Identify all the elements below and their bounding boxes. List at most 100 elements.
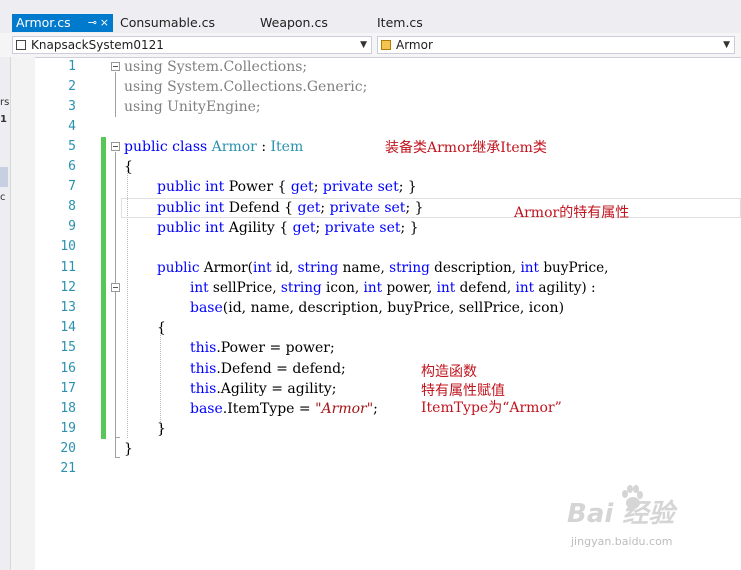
tab-strip: Armor.cs ⊸ × Consumable.cs Weapon.cs Ite…	[0, 0, 741, 34]
keyword: int	[252, 260, 272, 276]
indicator-margin[interactable]	[11, 57, 35, 570]
code-line: }	[124, 439, 133, 459]
line-number: 16	[60, 361, 76, 376]
outline-end	[115, 457, 120, 458]
code-line: base.ItemType = "Armor";	[190, 399, 378, 419]
code-line: public int Defend { get; private set; }	[157, 198, 424, 218]
tab-weapon-cs[interactable]: Weapon.cs	[256, 14, 356, 32]
code-line: this.Defend = defend;	[190, 359, 346, 379]
identifier: sellPrice,	[208, 280, 281, 296]
code-line: {	[157, 318, 166, 338]
keyword: base	[190, 300, 223, 316]
identifier: defend,	[455, 280, 516, 296]
line-number: 9	[68, 219, 76, 234]
type-dropdown[interactable]: Armor ▼	[377, 36, 735, 54]
punct: ;	[320, 200, 330, 216]
brace: }	[157, 421, 166, 437]
change-indicator	[101, 137, 106, 439]
punct: ;	[313, 179, 323, 195]
code-line: using System.Collections;	[124, 57, 307, 77]
line-number: 3	[68, 99, 76, 114]
keyword: string	[297, 260, 339, 276]
annotation-properties: Armor的特有属性	[514, 205, 630, 221]
identifier: id,	[271, 260, 298, 276]
identifier: Power {	[224, 179, 291, 195]
watermark-url: jingyan.baidu.com	[571, 535, 673, 548]
collapse-toggle-usings[interactable]	[111, 62, 120, 71]
line-number: 17	[60, 381, 76, 396]
brace: }	[124, 441, 133, 457]
pin-icon[interactable]: ⊸	[88, 14, 97, 32]
line-number: 15	[60, 340, 76, 355]
outline-line	[115, 152, 116, 457]
brace: {	[124, 159, 133, 175]
project-dropdown-value: KnapsackSystem0121	[31, 38, 164, 52]
project-dropdown[interactable]: KnapsackSystem0121 ▼	[12, 36, 372, 54]
outline-end	[115, 437, 120, 438]
identifier: .Defend = defend;	[216, 361, 346, 377]
code-line: public Armor(int id, string name, string…	[157, 258, 608, 278]
code-line: int sellPrice, string icon, int power, i…	[190, 278, 596, 298]
type-dropdown-value: Armor	[396, 38, 433, 52]
collapse-toggle-constructor[interactable]	[111, 283, 120, 292]
keyword: int	[515, 280, 535, 296]
collapse-toggle-class[interactable]	[111, 142, 120, 151]
keyword: int	[436, 280, 456, 296]
code-line: using System.Collections.Generic;	[124, 77, 367, 97]
identifier: (id, name, description, buyPrice, sellPr…	[222, 300, 565, 316]
tab-consumable-cs[interactable]: Consumable.cs	[116, 14, 236, 32]
keyword: base	[190, 401, 223, 417]
class-icon	[381, 40, 391, 50]
tab-label: Armor.cs	[16, 15, 71, 30]
identifier: buyPrice,	[539, 260, 609, 276]
keyword: public	[157, 260, 200, 276]
type-name: Item	[270, 139, 304, 155]
annotation-itemtype: ItemType为“Armor”	[421, 400, 562, 416]
chevron-down-icon[interactable]: ▼	[360, 37, 367, 53]
keyword: int	[520, 260, 540, 276]
namespace: System.Collections;	[162, 59, 308, 75]
strip-text: c	[0, 192, 6, 203]
keyword: private set	[329, 200, 406, 216]
identifier: power,	[382, 280, 437, 296]
annotation-assign: 特有属性赋值	[421, 383, 505, 399]
keyword: get	[292, 220, 316, 236]
watermark-logo: Bai 经验	[567, 499, 675, 529]
code-line: using UnityEngine;	[124, 97, 261, 117]
code-line: this.Power = power;	[190, 338, 335, 358]
keyword-using: using	[124, 79, 163, 95]
keyword: string	[389, 260, 430, 276]
line-number: 11	[60, 260, 76, 275]
identifier: description,	[429, 260, 521, 276]
brace: {	[157, 320, 166, 336]
line-number: 8	[68, 199, 76, 214]
identifier: name,	[338, 260, 390, 276]
code-line: public int Power { get; private set; }	[157, 177, 417, 197]
tab-label: Consumable.cs	[120, 15, 216, 30]
code-line: public int Agility { get; private set; }	[157, 218, 419, 238]
close-icon[interactable]: ×	[100, 14, 109, 32]
line-number: 5	[68, 139, 76, 154]
punct: ;	[373, 401, 378, 417]
keyword: public int	[157, 179, 225, 195]
keyword: this	[190, 361, 217, 377]
keyword: this	[190, 340, 217, 356]
string-literal: "Armor"	[315, 401, 374, 417]
keyword: get	[297, 200, 321, 216]
punct: ; }	[398, 179, 417, 195]
code-line: base(id, name, description, buyPrice, se…	[190, 298, 564, 318]
keyword-using: using	[124, 59, 163, 75]
punct: ;	[315, 220, 325, 236]
keyword: int	[363, 280, 383, 296]
line-number: 19	[60, 421, 76, 436]
line-number: 2	[68, 79, 76, 94]
strip-text: 1	[0, 114, 7, 125]
outline-line	[115, 72, 116, 117]
tab-armor-cs[interactable]: Armor.cs ⊸ ×	[12, 14, 113, 32]
tab-item-cs[interactable]: Item.cs	[373, 14, 453, 32]
identifier: .ItemType =	[222, 401, 316, 417]
navigation-bar: KnapsackSystem0121 ▼ Armor ▼	[0, 33, 741, 58]
keyword: public class	[124, 139, 212, 155]
chevron-down-icon[interactable]: ▼	[723, 37, 730, 53]
type-name: Armor	[211, 139, 257, 155]
